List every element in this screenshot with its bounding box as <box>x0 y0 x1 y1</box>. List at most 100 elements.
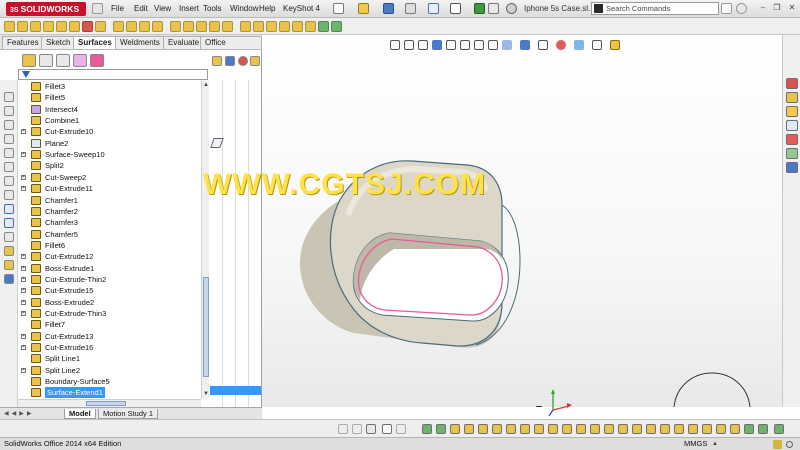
expand-toggle-icon[interactable]: + <box>21 276 26 282</box>
tab-evaluate[interactable]: Evaluate <box>163 36 205 49</box>
feature-manager-tab-icon[interactable] <box>22 54 36 67</box>
feature-tree-filter[interactable] <box>18 69 208 80</box>
tree-item[interactable]: Split Line1 <box>18 353 201 364</box>
horizontal-scroll-thumb[interactable] <box>86 401 126 406</box>
tab-features[interactable]: Features <box>2 36 44 49</box>
draft-tool-icon[interactable] <box>534 424 544 434</box>
mass-properties-icon[interactable] <box>758 424 768 434</box>
tab-sketch[interactable]: Sketch <box>41 36 76 49</box>
offset-surface-icon[interactable] <box>113 21 124 32</box>
select-arrow-icon[interactable] <box>450 3 461 14</box>
graphics-area[interactable] <box>262 35 782 417</box>
restore-button[interactable]: ❐ <box>772 3 782 13</box>
boundary-tool-icon[interactable] <box>632 424 642 434</box>
tree-item[interactable]: Fillet7 <box>18 319 201 330</box>
expand-toggle-icon[interactable]: + <box>21 186 26 192</box>
swept-surface-icon[interactable] <box>30 21 41 32</box>
ellipse-icon[interactable] <box>4 232 14 242</box>
extend-surface-icon[interactable] <box>183 21 194 32</box>
scroll-down-arrow-icon[interactable]: ▼ <box>203 391 209 397</box>
expand-toggle-icon[interactable]: + <box>21 311 26 316</box>
filled-surface-icon[interactable] <box>69 21 80 32</box>
help-status-icon[interactable] <box>786 441 793 448</box>
tree-item[interactable]: Split2 <box>18 160 201 171</box>
trim-surface-icon[interactable] <box>196 21 207 32</box>
convert-entities-icon[interactable] <box>4 274 14 284</box>
reference-geometry-icon[interactable] <box>318 21 329 32</box>
menu-edit[interactable]: Edit <box>134 4 148 13</box>
sweep-tool-icon[interactable] <box>604 424 614 434</box>
tab-motion-study[interactable]: Motion Study 1 <box>98 409 159 419</box>
menu-tools[interactable]: Tools <box>203 4 222 13</box>
tree-item[interactable]: Fillet5 <box>18 92 201 103</box>
delete-face-icon[interactable] <box>292 21 303 32</box>
tree-item[interactable]: Boundary-Surface5 <box>18 376 201 387</box>
solidworks-resources-icon[interactable] <box>786 78 798 89</box>
tree-item[interactable]: + Cut-Extrude12 <box>18 251 201 262</box>
menu-view[interactable]: View <box>154 4 171 13</box>
menu-keyshot[interactable]: KeyShot 4 <box>283 4 320 13</box>
toolbar-more-icon[interactable] <box>774 424 784 434</box>
surface-tool-icon[interactable] <box>688 424 698 434</box>
revolve-tool-icon[interactable] <box>478 424 488 434</box>
expand-toggle-icon[interactable]: + <box>21 265 26 271</box>
ruled-surface-icon[interactable] <box>126 21 137 32</box>
tree-vertical-scrollbar[interactable]: ▲ ▼ <box>201 81 209 399</box>
tree-item[interactable]: + Surface-Sweep10 <box>18 149 201 160</box>
thickened-cut-icon[interactable] <box>253 21 264 32</box>
dimxpert-tab-icon[interactable] <box>73 54 87 67</box>
tree-item[interactable]: + Cut-Extrude-Thin3 <box>18 308 201 319</box>
boundary-box-icon[interactable] <box>4 120 14 130</box>
select-pointer-icon[interactable] <box>382 424 392 434</box>
medial-surface-icon[interactable] <box>152 21 163 32</box>
menu-insert[interactable]: Insert <box>179 4 199 13</box>
filter-faces-icon[interactable] <box>338 424 348 434</box>
hole-wizard-icon[interactable] <box>590 424 600 434</box>
thicken-icon[interactable] <box>240 21 251 32</box>
undo-icon[interactable] <box>428 3 439 14</box>
tree-item[interactable]: + Cut-Extrude10 <box>18 126 201 137</box>
lasso-icon[interactable] <box>4 106 14 116</box>
expand-toggle-icon[interactable]: + <box>21 254 26 260</box>
untrim-surface-icon[interactable] <box>209 21 220 32</box>
tab-scroll-arrows-icon[interactable]: ◀◀▶▶ <box>4 410 54 418</box>
hide-show-icon[interactable] <box>212 56 222 66</box>
options-gear-icon[interactable] <box>506 3 517 14</box>
transparency-icon[interactable] <box>250 56 260 66</box>
spline-icon[interactable] <box>4 218 14 228</box>
tree-item[interactable]: + Cut-Extrude-Thin2 <box>18 274 201 285</box>
extruded-surface-icon[interactable] <box>4 21 15 32</box>
revolved-surface-icon[interactable] <box>17 21 28 32</box>
tree-item[interactable]: Chamfer3 <box>18 217 201 228</box>
measure-tool-icon[interactable] <box>744 424 754 434</box>
help-icon[interactable] <box>736 3 747 14</box>
tab-model[interactable]: Model <box>64 409 96 419</box>
tree-item[interactable]: + Cut-Extrude11 <box>18 183 201 194</box>
design-library-icon[interactable] <box>786 92 798 103</box>
appearances-icon[interactable] <box>786 134 798 145</box>
trim-tool-icon[interactable] <box>716 424 726 434</box>
rebuild-status-icon[interactable] <box>773 440 782 449</box>
delete-hole-icon[interactable] <box>170 21 181 32</box>
tab-office-products[interactable]: Office Products <box>200 36 262 59</box>
line-icon[interactable] <box>4 162 14 172</box>
view-palette-icon[interactable] <box>786 120 798 131</box>
expand-toggle-icon[interactable]: + <box>21 333 26 339</box>
minimize-button[interactable]: – <box>758 3 768 13</box>
smart-dim-icon[interactable] <box>436 424 446 434</box>
pattern-tool-icon[interactable] <box>576 424 586 434</box>
expand-toggle-icon[interactable]: + <box>21 299 26 305</box>
file-explorer-icon[interactable] <box>786 106 798 117</box>
save-icon[interactable] <box>383 3 394 14</box>
fillet-tool-icon[interactable] <box>492 424 502 434</box>
menu-window[interactable]: Window <box>230 4 258 13</box>
tree-horizontal-scrollbar[interactable] <box>18 399 201 407</box>
tree-item[interactable]: + Cut-Extrude16 <box>18 342 201 353</box>
tree-item[interactable]: Combine1 <box>18 115 201 126</box>
thicken-tool-icon[interactable] <box>730 424 740 434</box>
tab-weldments[interactable]: Weldments <box>115 36 165 49</box>
loft-tool-icon[interactable] <box>618 424 628 434</box>
appearance-icon[interactable] <box>238 56 248 66</box>
move-face-icon[interactable] <box>305 21 316 32</box>
chamfer-tool-icon[interactable] <box>506 424 516 434</box>
